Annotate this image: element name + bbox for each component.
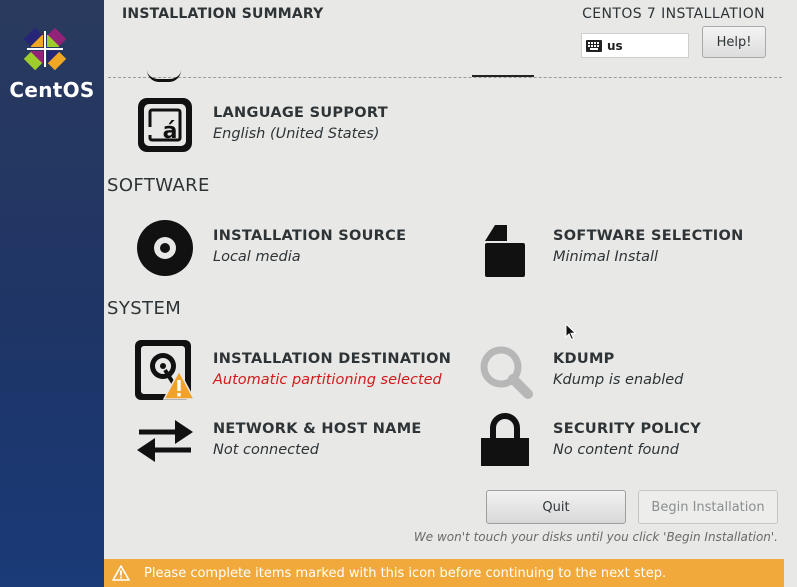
magnifier-icon bbox=[475, 341, 535, 401]
centos-logo-icon bbox=[22, 26, 68, 76]
spoke-installation-source[interactable]: INSTALLATION SOURCE Local media bbox=[135, 218, 455, 278]
spoke-network-hostname[interactable]: NETWORK & HOST NAME Not connected bbox=[135, 411, 455, 471]
language-icon: á bbox=[135, 95, 195, 155]
package-icon bbox=[475, 218, 535, 278]
spoke-status: Kdump is enabled bbox=[553, 372, 684, 388]
spoke-status: Minimal Install bbox=[553, 249, 659, 265]
spoke-status-warning: Automatic partitioning selected bbox=[213, 372, 442, 388]
disc-icon bbox=[135, 218, 195, 278]
svg-text:á: á bbox=[163, 119, 178, 144]
mouse-pointer-icon bbox=[565, 322, 577, 345]
spoke-title: SECURITY POLICY bbox=[553, 421, 701, 437]
spoke-kdump[interactable]: KDUMP Kdump is enabled bbox=[475, 341, 775, 401]
warning-bar-text: Please complete items marked with this i… bbox=[144, 565, 667, 581]
quit-button[interactable]: Quit bbox=[486, 490, 626, 524]
spoke-status: English (United States) bbox=[213, 126, 380, 142]
spoke-title: NETWORK & HOST NAME bbox=[213, 421, 422, 437]
help-button[interactable]: Help! bbox=[702, 26, 766, 58]
sidebar: CentOS bbox=[0, 0, 104, 587]
disk-notice: We won't touch your disks until you clic… bbox=[413, 530, 778, 544]
spoke-installation-destination[interactable]: INSTALLATION DESTINATION Automatic parti… bbox=[135, 340, 455, 404]
warning-bar: Please complete items marked with this i… bbox=[104, 559, 784, 587]
keyboard-icon bbox=[586, 39, 602, 52]
spoke-status: No content found bbox=[553, 442, 680, 458]
warning-icon bbox=[112, 565, 130, 581]
keyboard-layout-label: us bbox=[607, 38, 623, 53]
brand-name: CentOS bbox=[9, 78, 95, 102]
scroll-divider bbox=[108, 77, 782, 78]
spoke-status: Not connected bbox=[213, 442, 319, 458]
section-software: SOFTWARE bbox=[107, 175, 210, 196]
partial-icon bbox=[147, 70, 181, 82]
warning-icon bbox=[162, 369, 196, 404]
begin-installation-button[interactable]: Begin Installation bbox=[638, 490, 778, 524]
spoke-title: INSTALLATION SOURCE bbox=[213, 228, 407, 244]
spoke-software-selection[interactable]: SOFTWARE SELECTION Minimal Install bbox=[475, 218, 775, 278]
spoke-security-policy[interactable]: SECURITY POLICY No content found bbox=[475, 411, 775, 471]
network-arrows-icon bbox=[135, 411, 195, 471]
spoke-status: Local media bbox=[213, 249, 301, 265]
product-title: CENTOS 7 INSTALLATION bbox=[582, 6, 765, 22]
spoke-title: KDUMP bbox=[553, 351, 615, 367]
spoke-title: LANGUAGE SUPPORT bbox=[213, 105, 388, 121]
keyboard-layout-indicator[interactable]: us bbox=[581, 33, 689, 58]
spoke-title: INSTALLATION DESTINATION bbox=[213, 351, 452, 367]
partial-icon bbox=[472, 75, 534, 77]
spoke-title: SOFTWARE SELECTION bbox=[553, 228, 744, 244]
spoke-language-support[interactable]: á LANGUAGE SUPPORT English (United State… bbox=[135, 95, 455, 155]
page-title: INSTALLATION SUMMARY bbox=[122, 6, 324, 22]
section-system: SYSTEM bbox=[107, 298, 182, 319]
lock-icon bbox=[475, 411, 535, 471]
